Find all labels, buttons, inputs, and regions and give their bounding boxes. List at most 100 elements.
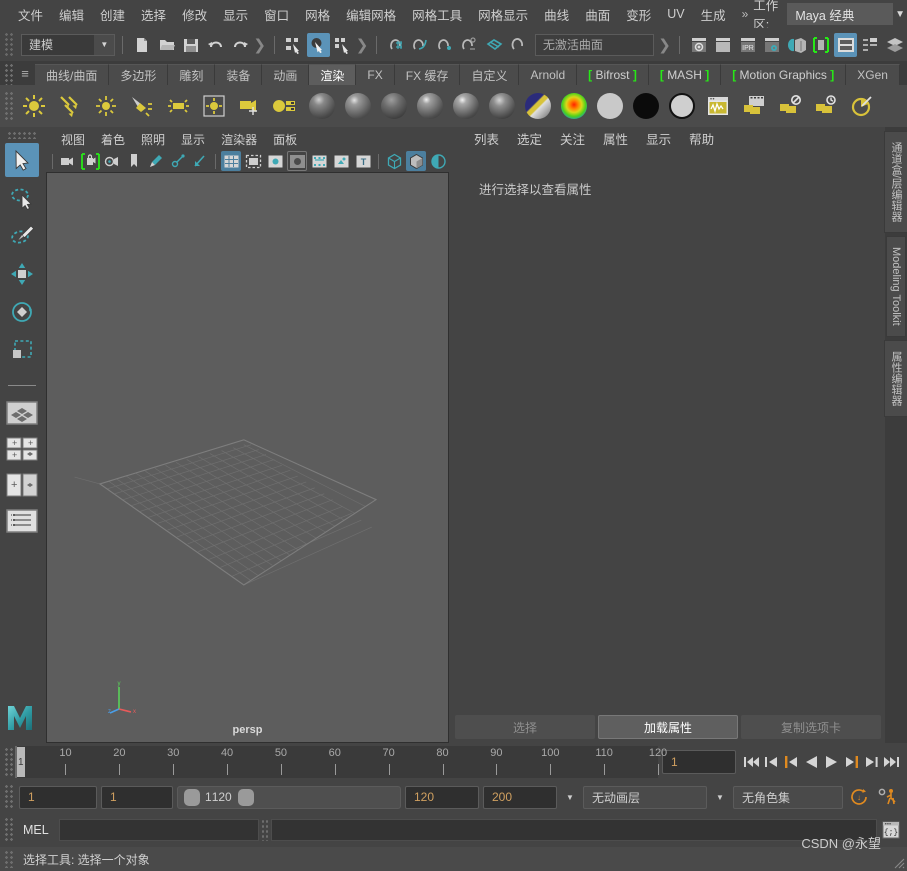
paint-select-tool-button[interactable] xyxy=(5,219,39,253)
lasso-select-tool-button[interactable] xyxy=(5,181,39,215)
camera-attributes-icon[interactable] xyxy=(102,151,122,171)
attr-menu-show[interactable]: 显示 xyxy=(637,127,680,150)
select-button[interactable]: 选择 xyxy=(455,715,595,739)
menu-item-curves[interactable]: 曲线 xyxy=(536,2,577,27)
redo-icon[interactable] xyxy=(229,33,251,57)
range-start-field[interactable]: 1 xyxy=(101,785,173,809)
command-line-grip[interactable] xyxy=(4,817,15,843)
use-background-icon[interactable] xyxy=(629,89,663,123)
undo-icon[interactable] xyxy=(205,33,227,57)
xray-joints-icon[interactable] xyxy=(309,151,329,171)
shelf-tab-bifrost[interactable]: [ Bifrost ] xyxy=(577,64,649,85)
menu-item-display[interactable]: 显示 xyxy=(215,2,256,27)
go-to-end-icon[interactable] xyxy=(882,750,901,774)
image-plane-icon[interactable] xyxy=(146,151,166,171)
menu-item-window[interactable]: 窗口 xyxy=(256,2,297,27)
volume-light-icon[interactable] xyxy=(197,89,231,123)
load-attributes-button[interactable]: 加载属性 xyxy=(598,715,738,739)
menu-item-edit[interactable]: 编辑 xyxy=(51,2,92,27)
select-tool-button[interactable] xyxy=(5,143,39,177)
step-forward-keyframe-icon[interactable] xyxy=(862,750,881,774)
bookmark-icon[interactable] xyxy=(124,151,144,171)
ramp-shader-icon[interactable] xyxy=(557,89,591,123)
rotate-tool-button[interactable] xyxy=(5,295,39,329)
gate-mask-icon[interactable] xyxy=(287,151,307,172)
attr-menu-attributes[interactable]: 属性 xyxy=(594,127,637,150)
viewport-3d-view[interactable]: y z x persp xyxy=(46,172,449,743)
viewport-menu-lighting[interactable]: 照明 xyxy=(134,129,172,150)
ipr-render-icon[interactable]: IPR xyxy=(736,33,758,57)
hypershade-icon[interactable] xyxy=(785,33,807,57)
select-component-icon[interactable] xyxy=(332,33,354,57)
area-light-icon[interactable] xyxy=(161,89,195,123)
surface-shader-icon[interactable] xyxy=(593,89,627,123)
menu-item-create[interactable]: 创建 xyxy=(92,2,133,27)
light-editor-icon[interactable] xyxy=(269,89,303,123)
viewport-menu-panels[interactable]: 面板 xyxy=(266,129,304,150)
menu-overflow-icon[interactable]: » xyxy=(734,7,754,21)
shelf-tab-rendering[interactable]: 渲染 xyxy=(309,64,357,85)
script-editor-icon[interactable]: {;} xyxy=(881,820,901,840)
create-camera-icon[interactable] xyxy=(233,89,267,123)
active-surface-field[interactable]: 无激活曲面 xyxy=(534,33,654,56)
batch-render-icon[interactable] xyxy=(809,89,843,123)
range-left-handle[interactable] xyxy=(184,788,200,806)
animation-layer-selector[interactable]: 无动画层 xyxy=(583,785,707,809)
step-back-keyframe-icon[interactable] xyxy=(762,750,781,774)
workspace-selector[interactable]: Maya 经典 xyxy=(787,3,894,25)
step-forward-frame-icon[interactable] xyxy=(842,750,861,774)
shelf-tab-mash[interactable]: [ MASH ] xyxy=(648,64,722,85)
menu-item-mesh-tools[interactable]: 网格工具 xyxy=(404,2,470,27)
menu-item-surfaces[interactable]: 曲面 xyxy=(577,2,618,27)
ambient-light-icon[interactable] xyxy=(17,89,51,123)
time-slider-grip[interactable] xyxy=(4,747,15,777)
snap-point-icon[interactable] xyxy=(434,33,456,57)
hypershade-window-icon[interactable] xyxy=(701,89,735,123)
shelf-tab-arnold[interactable]: Arnold xyxy=(519,64,578,85)
shelf-icons-grip[interactable] xyxy=(4,91,15,121)
select-camera-icon[interactable] xyxy=(58,151,78,171)
range-end-field[interactable]: 120 xyxy=(405,785,479,809)
character-set-chevron-down-icon[interactable]: ▼ xyxy=(711,786,729,809)
render-settings-icon[interactable] xyxy=(761,33,783,57)
shelf-tab-fx[interactable]: FX xyxy=(356,64,395,85)
smooth-shading-icon[interactable] xyxy=(406,151,426,172)
select-object-icon[interactable] xyxy=(307,32,330,57)
animation-end-field[interactable]: 200 xyxy=(483,785,557,809)
two-pane-layout-button[interactable]: + xyxy=(4,470,40,500)
viewport-menu-show[interactable]: 显示 xyxy=(174,129,212,150)
play-forwards-icon[interactable] xyxy=(822,750,841,774)
phongE-material-icon[interactable] xyxy=(449,89,483,123)
range-slider-grip[interactable] xyxy=(4,784,15,810)
menu-item-edit-mesh[interactable]: 编辑网格 xyxy=(338,2,404,27)
resolution-gate-icon[interactable] xyxy=(265,151,285,171)
shelf-tab-sculpting[interactable]: 雕刻 xyxy=(168,64,216,85)
lock-camera-icon[interactable] xyxy=(80,151,100,171)
select-hierarchy-icon[interactable] xyxy=(283,33,305,57)
menu-item-generate[interactable]: 生成 xyxy=(693,2,734,27)
menu-item-deform[interactable]: 变形 xyxy=(618,2,659,27)
texture-toggle-icon[interactable]: T xyxy=(353,151,373,171)
move-tool-button[interactable] xyxy=(5,257,39,291)
new-scene-icon[interactable] xyxy=(131,33,153,57)
scale-tool-button[interactable] xyxy=(5,333,39,367)
copy-tab-button[interactable]: 复制选项卡 xyxy=(741,715,881,739)
sidebar-tab-modeling-toolkit[interactable]: Modeling Toolkit xyxy=(886,236,906,337)
render-view-icon[interactable] xyxy=(687,33,709,57)
shading-map-icon[interactable] xyxy=(665,89,699,123)
attr-menu-selected[interactable]: 选定 xyxy=(508,127,551,150)
status-line-grip[interactable] xyxy=(4,31,15,58)
menu-item-mesh[interactable]: 网格 xyxy=(297,2,338,27)
window-resize-grip[interactable] xyxy=(891,855,905,869)
menu-item-select[interactable]: 选择 xyxy=(133,2,174,27)
single-perspective-layout-button[interactable] xyxy=(4,398,40,428)
snap-grid-icon[interactable] xyxy=(385,33,407,57)
shadow-toggle-icon[interactable] xyxy=(428,151,448,171)
shelf-tab-rigging[interactable]: 装备 xyxy=(215,64,263,85)
directional-light-icon[interactable] xyxy=(53,89,87,123)
xray-active-icon[interactable] xyxy=(331,151,351,171)
attr-menu-list[interactable]: 列表 xyxy=(465,127,508,150)
menu-item-uv[interactable]: UV xyxy=(659,4,692,24)
exposure-icon[interactable] xyxy=(190,151,210,171)
shelf-menu-icon[interactable]: ≡ xyxy=(15,63,35,85)
